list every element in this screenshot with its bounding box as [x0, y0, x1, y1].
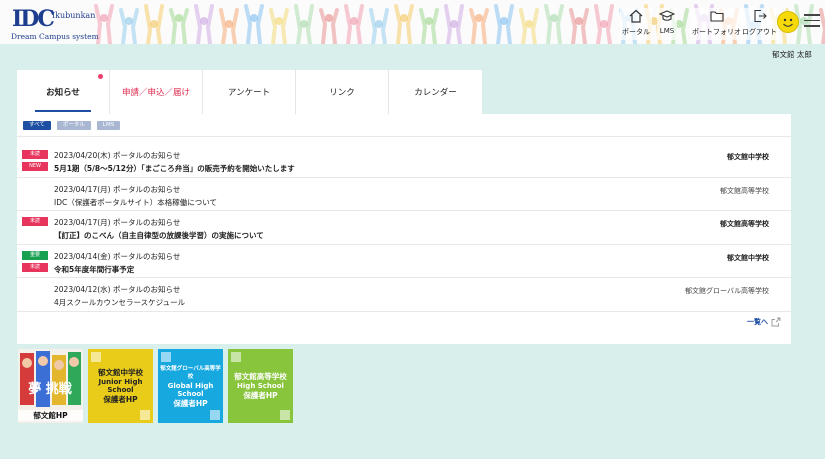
- nav-portal[interactable]: ポータル: [620, 8, 652, 40]
- news-school: 郁文館高等学校: [720, 220, 769, 228]
- banner-global-high[interactable]: 郁文館グローバル高等学校 Global High School 保護者HP: [158, 349, 223, 423]
- graduation-cap-icon: [659, 10, 675, 21]
- nav-portfolio[interactable]: ポートフォリオ: [690, 8, 743, 40]
- nav-logout[interactable]: ログアウト: [740, 8, 779, 40]
- news-title: IDC（保護者ポータルサイト）本格稼働について: [54, 197, 217, 207]
- banner-hs-hp: 保護者HP: [243, 391, 278, 400]
- tab-applications[interactable]: 申請／申込／届け: [110, 70, 203, 114]
- unread-badge: 未読: [22, 217, 48, 226]
- tab-links[interactable]: リンク: [296, 70, 389, 114]
- news-title: 5月1期（5/8〜5/12分）「まごころ弁当」の販売予約を開始いたします: [54, 164, 295, 173]
- unread-badge: 未読: [22, 150, 48, 159]
- logo-subtitle: Dream Campus system: [11, 32, 99, 41]
- banner-jhs-title: 郁文館中学校: [98, 368, 143, 377]
- corner-decoration: [210, 410, 220, 420]
- filter-lms-button[interactable]: LMS: [96, 121, 121, 130]
- filter-all-button[interactable]: すべて: [23, 121, 51, 130]
- nav-logout-label: ログアウト: [742, 28, 777, 36]
- corner-decoration: [140, 410, 150, 420]
- banner-ikubunkan-label: 郁文館HP: [18, 410, 83, 421]
- news-school: 郁文館中学校: [727, 253, 769, 262]
- news-list: 未読 NEW 2023/04/20(木) ポータルのお知らせ 5月1期（5/8〜…: [17, 144, 791, 312]
- view-all-label: 一覧へ: [747, 318, 768, 326]
- banner-global-en: Global High School: [167, 381, 214, 398]
- news-meta: 2023/04/20(木) ポータルのお知らせ: [54, 151, 181, 160]
- news-meta: 2023/04/14(金) ポータルのお知らせ: [54, 251, 181, 261]
- nav-lms-label: LMS: [659, 27, 675, 35]
- banner-junior-high[interactable]: 郁文館中学校 Junior High School 保護者HP: [88, 349, 153, 423]
- news-item[interactable]: 2023/04/17(月) ポータルのお知らせ IDC（保護者ポータルサイト）本…: [17, 178, 791, 211]
- tab-applications-label: 申請／申込／届け: [121, 88, 190, 98]
- divider: [17, 136, 791, 137]
- news-item[interactable]: 未読 2023/04/17(月) ポータルのお知らせ 【訂正】のこべん（自主自律…: [17, 211, 791, 245]
- filter-portal-button[interactable]: ポータル: [56, 121, 91, 130]
- tab-links-label: リンク: [329, 88, 355, 98]
- corner-decoration: [231, 352, 241, 362]
- unread-badge: 未読: [22, 262, 48, 272]
- tab-calendar-label: カレンダー: [414, 88, 457, 98]
- tab-bar: お知らせ 申請／申込／届け アンケート リンク カレンダー: [17, 70, 482, 114]
- banner-jhs-hp: 保護者HP: [103, 395, 138, 404]
- news-item[interactable]: 重要 未読 2023/04/14(金) ポータルのお知らせ 令和5年度年間行事予…: [17, 245, 791, 278]
- banner-global-title: 郁文館グローバル高等学校: [160, 365, 221, 380]
- important-badge: 重要: [22, 250, 48, 260]
- news-school: 郁文館中学校: [727, 153, 769, 161]
- news-title: 4月スクールカウンセラースケジュール: [54, 298, 186, 307]
- home-icon: [629, 9, 643, 23]
- banner-hs-en: High School: [237, 382, 284, 390]
- corner-decoration: [161, 352, 171, 362]
- banner-high-school[interactable]: 郁文館高等学校 High School 保護者HP: [228, 349, 293, 423]
- banner-ikubunkan-hp[interactable]: 夢 挑戦 郁文館HP: [18, 349, 83, 423]
- hamburger-menu-icon[interactable]: [804, 14, 820, 28]
- nav-portal-label: ポータル: [622, 28, 650, 36]
- banner-hs-title: 郁文館高等学校: [234, 372, 287, 381]
- nav-portfolio-label: ポートフォリオ: [692, 28, 741, 36]
- tab-survey-label: アンケート: [227, 88, 271, 98]
- news-item[interactable]: 2023/04/12(水) ポータルのお知らせ 4月スクールカウンセラースケジュ…: [17, 278, 791, 312]
- logout-icon: [753, 9, 767, 23]
- folder-icon: [709, 11, 724, 22]
- unread-dot: [98, 74, 103, 79]
- corner-decoration: [280, 410, 290, 420]
- svg-text:夢 挑戦: 夢 挑戦: [28, 381, 73, 397]
- news-meta: 2023/04/17(月) ポータルのお知らせ: [54, 218, 181, 227]
- tab-notices-label: お知らせ: [46, 88, 80, 98]
- username: 郁文館 太郎: [772, 50, 812, 59]
- notices-panel: すべて ポータル LMS 未読 NEW 2023/04/20(木) ポータルのお…: [17, 114, 791, 344]
- news-meta: 2023/04/12(水) ポータルのお知らせ: [54, 285, 181, 294]
- view-all-link[interactable]: 一覧へ: [747, 317, 781, 327]
- news-title: 令和5年度年間行事予定: [54, 264, 135, 274]
- tab-calendar[interactable]: カレンダー: [389, 70, 482, 114]
- filter-buttons: すべて ポータル LMS: [23, 121, 121, 130]
- external-link-icon: [771, 317, 781, 327]
- top-header: IDC Ikubunkan Dream Campus system ポータル L…: [0, 0, 825, 44]
- tab-notices[interactable]: お知らせ: [17, 70, 110, 114]
- tab-survey[interactable]: アンケート: [203, 70, 296, 114]
- logo-ikubunkan: Ikubunkan: [52, 11, 96, 20]
- news-meta: 2023/04/17(月) ポータルのお知らせ: [54, 184, 181, 194]
- smiley-avatar-icon[interactable]: [777, 11, 799, 33]
- idc-logo[interactable]: IDC Ikubunkan Dream Campus system: [8, 6, 99, 42]
- news-school: 郁文館高等学校: [720, 186, 769, 195]
- logo-mark: IDC: [12, 6, 55, 32]
- corner-decoration: [91, 352, 101, 362]
- news-item[interactable]: 未読 NEW 2023/04/20(木) ポータルのお知らせ 5月1期（5/8〜…: [17, 144, 791, 178]
- banner-global-hp: 保護者HP: [173, 398, 208, 408]
- nav-lms[interactable]: LMS: [657, 8, 677, 40]
- news-title: 【訂正】のこべん（自主自律型の放課後学習）の実施について: [54, 231, 264, 240]
- new-badge: NEW: [22, 162, 48, 171]
- banner-jhs-en: Junior High School: [98, 378, 143, 394]
- news-school: 郁文館グローバル高等学校: [685, 287, 769, 295]
